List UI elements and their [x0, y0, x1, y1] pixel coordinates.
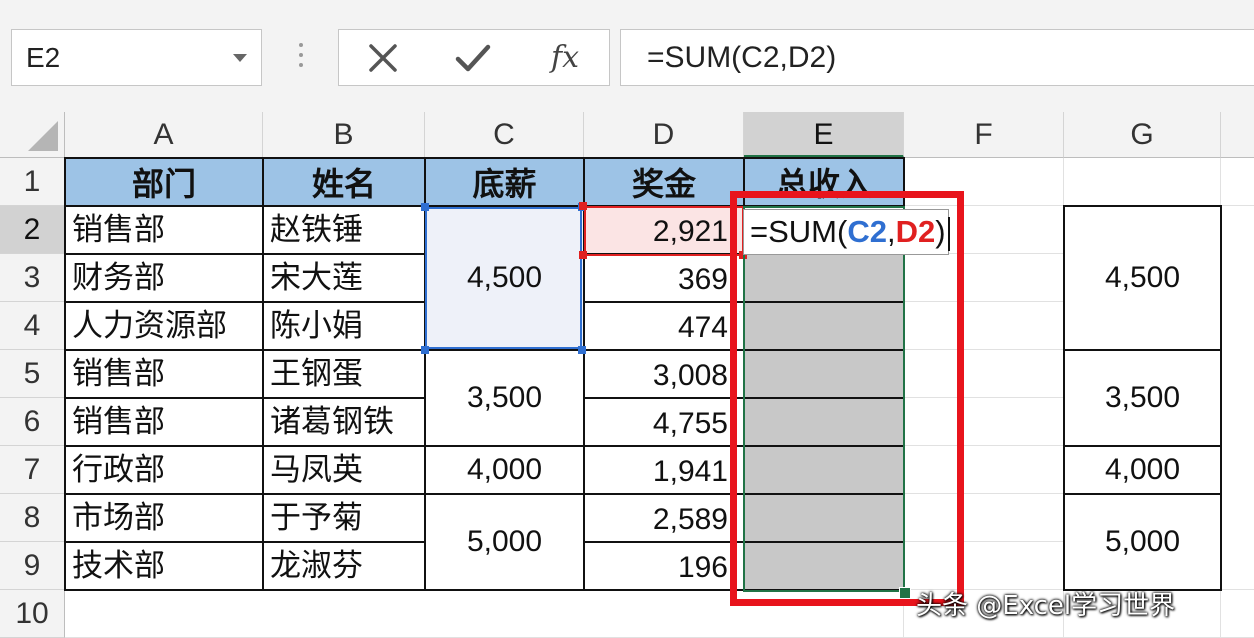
fx-icon: fx	[550, 40, 580, 75]
resize-handle[interactable]	[421, 346, 429, 354]
row-header-6[interactable]: 6	[0, 398, 65, 446]
table-border	[65, 301, 425, 303]
column-header-c[interactable]: C	[425, 112, 584, 158]
cell-d8[interactable]: 2,589	[584, 494, 744, 542]
row-header-5[interactable]: 5	[0, 350, 65, 398]
resize-handle[interactable]	[579, 202, 587, 210]
cell-b4[interactable]: 陈小娟	[263, 302, 425, 350]
table-border	[1220, 205, 1222, 591]
row-header-7[interactable]: 7	[0, 446, 65, 494]
table-border	[64, 157, 66, 591]
cell-g2-merged[interactable]: 4,500	[1064, 206, 1221, 350]
table-border	[65, 397, 425, 399]
watermark: 头条 @Excel学习世界	[916, 591, 1176, 621]
column-h-cells[interactable]	[1221, 158, 1254, 638]
header-bonus[interactable]: 奖金	[584, 158, 744, 206]
reference-highlight-c2	[425, 207, 582, 349]
formula-buttons: fx	[338, 29, 610, 86]
cell-b2[interactable]: 赵铁锤	[263, 206, 425, 254]
cell-b9[interactable]: 龙淑芬	[263, 542, 425, 590]
table-border	[1063, 205, 1065, 591]
row-header-9[interactable]: 9	[0, 542, 65, 590]
cell-b5[interactable]: 王钢蛋	[263, 350, 425, 398]
table-border	[1064, 493, 1221, 495]
row-header-8[interactable]: 8	[0, 494, 65, 542]
reference-highlight-d2	[584, 206, 744, 256]
cell-b3[interactable]: 宋大莲	[263, 254, 425, 302]
chevron-down-icon[interactable]	[233, 54, 247, 62]
cell-a4[interactable]: 人力资源部	[65, 302, 263, 350]
column-header-h[interactable]	[1221, 112, 1254, 158]
name-box-value: E2	[26, 42, 61, 73]
resize-handle[interactable]	[421, 203, 429, 211]
cell-d5[interactable]: 3,008	[584, 350, 744, 398]
cell-a9[interactable]: 技术部	[65, 542, 263, 590]
row-header-10[interactable]: 10	[0, 590, 65, 638]
cell-d9[interactable]: 196	[584, 542, 744, 590]
cell-g7[interactable]: 4,000	[1064, 446, 1221, 494]
header-base-salary[interactable]: 底薪	[425, 158, 584, 206]
resize-handle[interactable]	[578, 346, 586, 354]
column-header-f[interactable]: F	[904, 112, 1064, 158]
header-dept[interactable]: 部门	[65, 158, 263, 206]
cell-d4[interactable]: 474	[584, 302, 744, 350]
column-header-e[interactable]: E	[744, 112, 904, 158]
close-icon	[369, 43, 397, 72]
cell-d7[interactable]: 1,941	[584, 446, 744, 494]
cell-a2[interactable]: 销售部	[65, 206, 263, 254]
drag-handle-icon[interactable]	[298, 43, 304, 73]
table-border	[65, 253, 425, 255]
cell-c8-merged[interactable]: 5,000	[425, 494, 584, 590]
cell-a7[interactable]: 行政部	[65, 446, 263, 494]
cell-b6[interactable]: 诸葛钢铁	[263, 398, 425, 446]
cell-a3[interactable]: 财务部	[65, 254, 263, 302]
table-border	[1064, 349, 1221, 351]
row-header-2[interactable]: 2	[0, 206, 65, 254]
cell-b7[interactable]: 马凤英	[263, 446, 425, 494]
table-border	[65, 157, 904, 159]
cell-c7[interactable]: 4,000	[425, 446, 584, 494]
column-header-b[interactable]: B	[263, 112, 425, 158]
cancel-button[interactable]	[343, 30, 423, 85]
cell-c5-merged[interactable]: 3,500	[425, 350, 584, 446]
column-header-a[interactable]: A	[65, 112, 263, 158]
cell-a5[interactable]: 销售部	[65, 350, 263, 398]
header-name[interactable]: 姓名	[263, 158, 425, 206]
table-border	[65, 541, 425, 543]
resize-handle[interactable]	[579, 251, 587, 259]
column-header-d[interactable]: D	[584, 112, 744, 158]
select-all-button[interactable]	[0, 112, 65, 158]
insert-function-button[interactable]: fx	[525, 30, 605, 85]
column-header-g[interactable]: G	[1064, 112, 1221, 158]
table-border	[1064, 445, 1221, 447]
annotation-rectangle	[730, 191, 964, 606]
enter-button[interactable]	[433, 30, 513, 85]
cell-a8[interactable]: 市场部	[65, 494, 263, 542]
cell-b8[interactable]: 于予菊	[263, 494, 425, 542]
name-box[interactable]: E2	[11, 29, 262, 86]
cell-g8-merged[interactable]: 5,000	[1064, 494, 1221, 590]
cell-g1[interactable]	[1064, 158, 1221, 206]
row-header-3[interactable]: 3	[0, 254, 65, 302]
checkmark-icon	[455, 44, 491, 71]
cell-g5-merged[interactable]: 3,500	[1064, 350, 1221, 446]
table-border	[1064, 205, 1221, 207]
formula-input[interactable]: =SUM(C2,D2)	[620, 29, 1254, 86]
cell-d3[interactable]: 369	[584, 254, 744, 302]
row-header-4[interactable]: 4	[0, 302, 65, 350]
cell-d6[interactable]: 4,755	[584, 398, 744, 446]
table-border	[262, 157, 264, 591]
row-header-1[interactable]: 1	[0, 158, 65, 206]
cell-a6[interactable]: 销售部	[65, 398, 263, 446]
